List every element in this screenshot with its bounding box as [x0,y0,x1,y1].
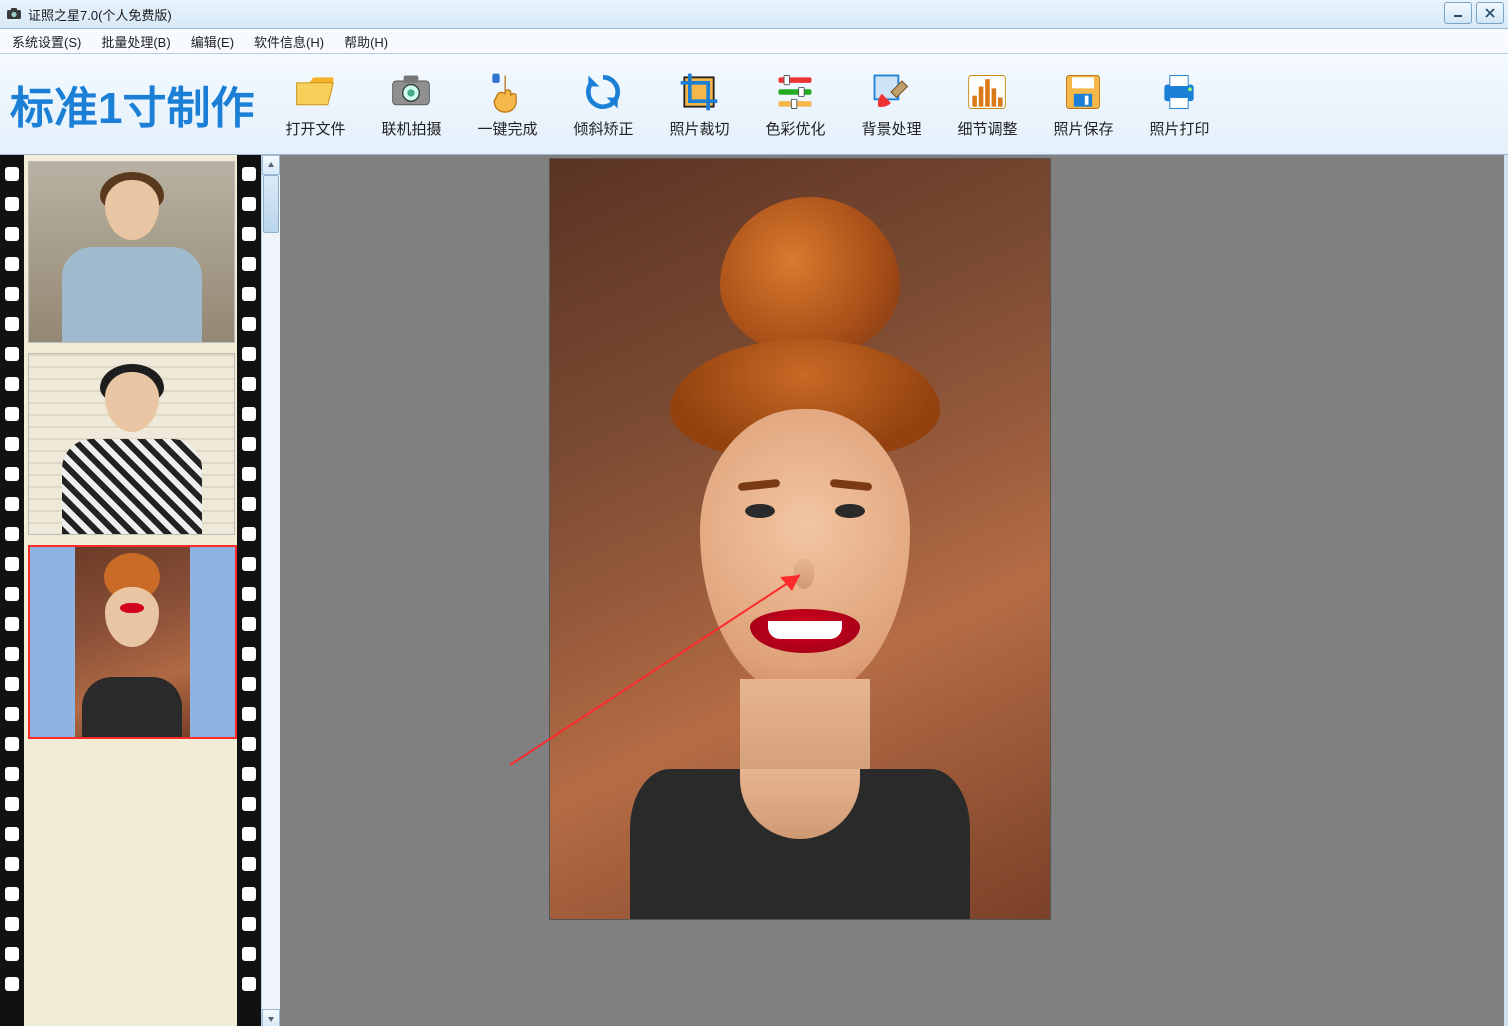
sidebar [0,155,280,1026]
color-optimize-button[interactable]: 色彩优化 [754,64,836,144]
save-button[interactable]: 照片保存 [1042,64,1124,144]
oneclick-button[interactable]: 一键完成 [466,64,548,144]
menu-info[interactable]: 软件信息(H) [246,30,332,53]
thumbnail-item[interactable] [28,161,235,343]
photo-preview[interactable] [550,159,1050,919]
toolbar: 标准1寸制作 打开文件 联机拍摄 一键完成 [0,54,1508,155]
scroll-down-button[interactable] [262,1009,280,1026]
thumbnail-list [24,155,237,1026]
menu-edit[interactable]: 编辑(E) [183,30,242,53]
filmstrip [0,155,261,1026]
hand-click-icon [485,70,529,114]
crop-icon [677,70,721,114]
brand-title: 标准1寸制作 [10,72,260,136]
scroll-up-button[interactable] [262,155,280,175]
background-label: 背景处理 [861,118,921,139]
window-title: 证照之星7.0(个人免费版) [28,5,172,24]
minimize-button[interactable] [1444,2,1472,24]
open-file-button[interactable]: 打开文件 [274,64,356,144]
scroll-track[interactable] [262,175,280,1009]
close-button[interactable] [1476,2,1504,24]
portrait-illustration [550,159,1050,919]
detail-adjust-label: 细节调整 [957,118,1017,139]
menu-batch[interactable]: 批量处理(B) [93,30,178,53]
print-button[interactable]: 照片打印 [1138,64,1220,144]
thumbnail-item[interactable] [28,353,235,535]
app-camera-icon [6,6,22,22]
window-right-border [1504,155,1508,1026]
camera-capture-button[interactable]: 联机拍摄 [370,64,452,144]
color-optimize-label: 色彩优化 [765,118,825,139]
menu-system[interactable]: 系统设置(S) [4,30,89,53]
rotate-icon [581,70,625,114]
crop-label: 照片裁切 [669,118,729,139]
scroll-thumb[interactable] [263,175,279,233]
film-holes-right [237,155,261,1026]
canvas-area [280,155,1508,1026]
brush-icon [869,70,913,114]
detail-adjust-button[interactable]: 细节调整 [946,64,1028,144]
menu-help[interactable]: 帮助(H) [336,30,396,53]
open-file-label: 打开文件 [285,118,345,139]
printer-icon [1157,70,1201,114]
main-area [0,155,1508,1026]
save-label: 照片保存 [1053,118,1113,139]
tilt-correct-button[interactable]: 倾斜矫正 [562,64,644,144]
folder-open-icon [293,70,337,114]
menubar: 系统设置(S) 批量处理(B) 编辑(E) 软件信息(H) 帮助(H) [0,29,1508,54]
print-label: 照片打印 [1149,118,1209,139]
film-holes-left [0,155,24,1026]
sliders-icon [773,70,817,114]
thumbnail-empty-slot [28,749,233,909]
titlebar: 证照之星7.0(个人免费版) [0,0,1508,29]
histogram-icon [965,70,1009,114]
floppy-save-icon [1061,70,1105,114]
thumbnail-item-selected[interactable] [28,545,237,739]
oneclick-label: 一键完成 [477,118,537,139]
tilt-correct-label: 倾斜矫正 [573,118,633,139]
camera-icon [389,70,433,114]
sidebar-scrollbar[interactable] [261,155,280,1026]
camera-capture-label: 联机拍摄 [381,118,441,139]
background-button[interactable]: 背景处理 [850,64,932,144]
crop-button[interactable]: 照片裁切 [658,64,740,144]
window-controls [1444,2,1504,24]
